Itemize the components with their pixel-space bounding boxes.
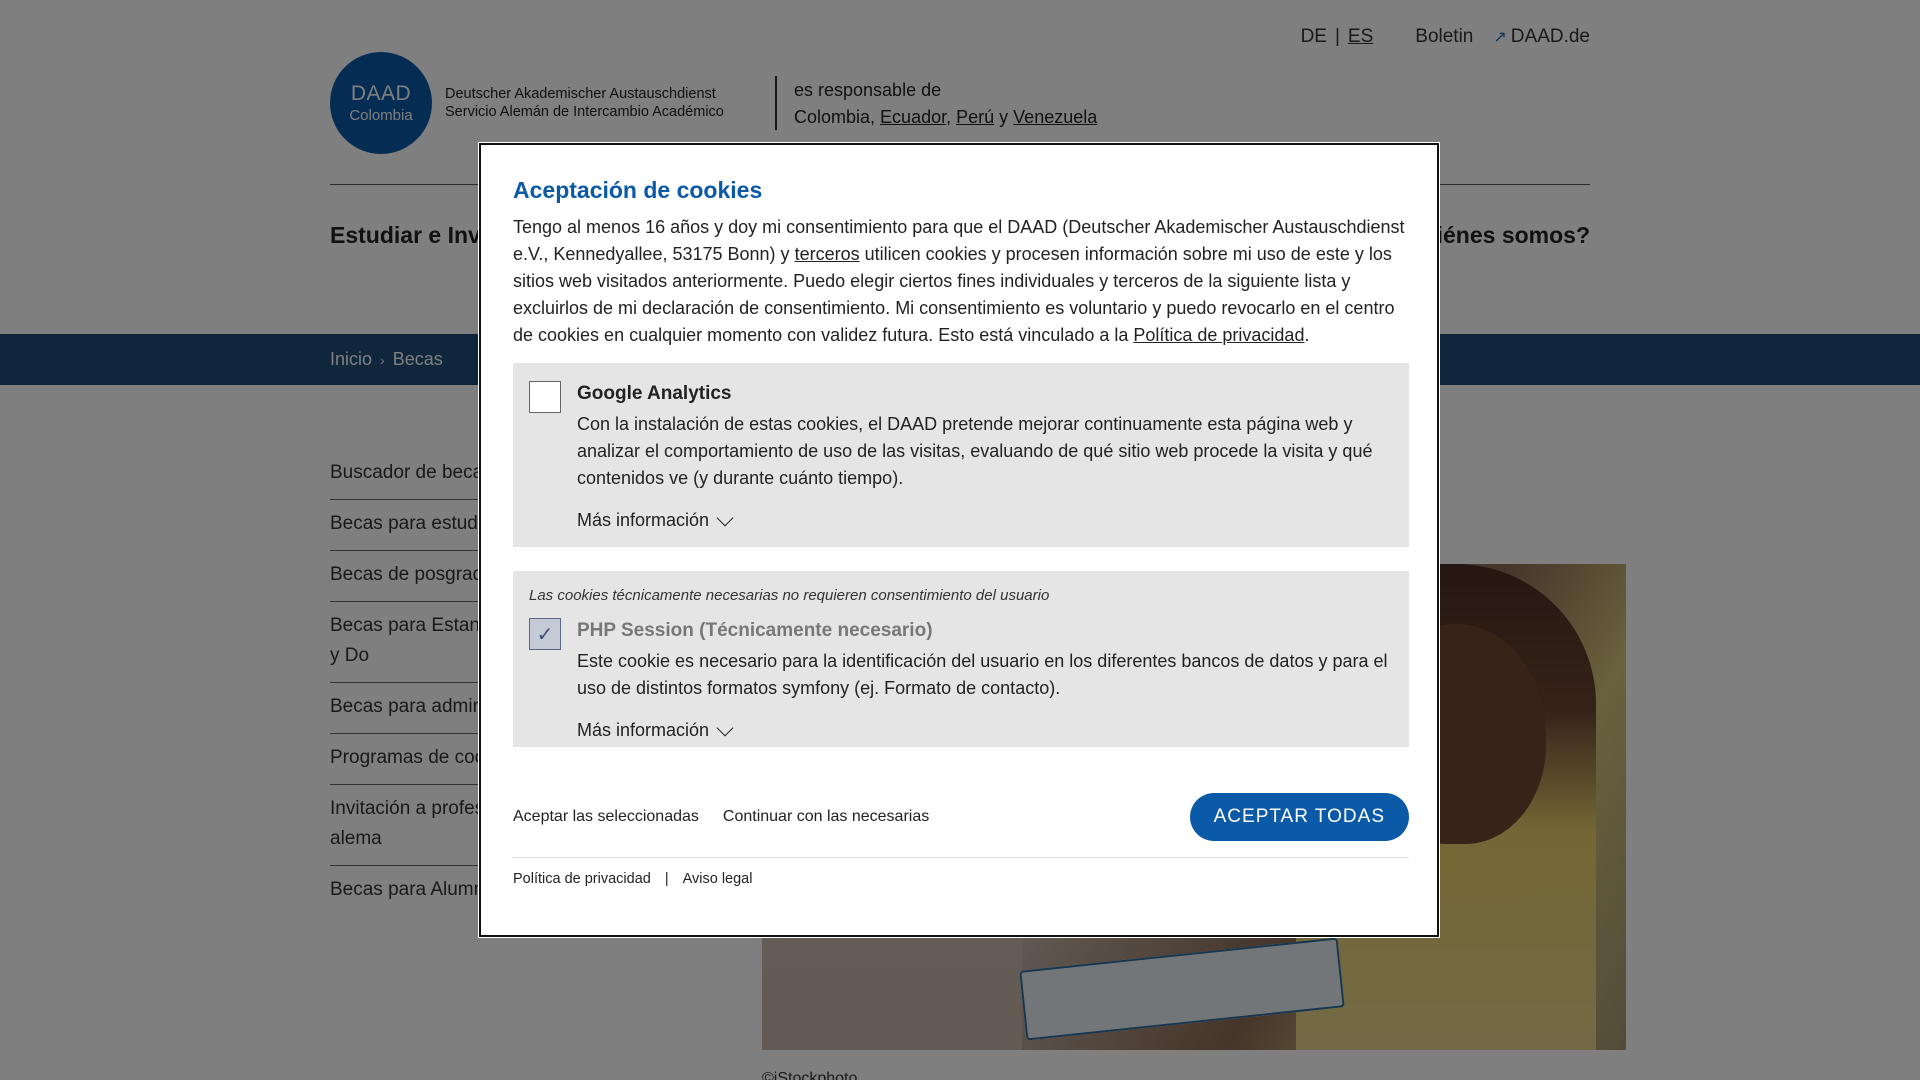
necessary-cookies-section: Las cookies técnicamente necesarias no r…	[513, 571, 1409, 747]
google-analytics-description: Con la instalación de estas cookies, el …	[577, 414, 1373, 488]
necessary-cookies-note: Las cookies técnicamente necesarias no r…	[529, 587, 1050, 604]
accept-all-button[interactable]: ACEPTAR TODAS	[1189, 793, 1409, 841]
php-session-more-info[interactable]: Más información	[577, 719, 734, 741]
chevron-down-icon	[716, 509, 734, 526]
intro-text-end: .	[1304, 325, 1310, 345]
more-info-label: Más información	[577, 720, 710, 740]
dialog-intro: Tengo al menos 16 años y doy mi consenti…	[513, 214, 1409, 349]
dialog-footer-divider	[513, 857, 1409, 858]
php-session-title: PHP Session (Técnicamente necesario)	[577, 620, 933, 641]
google-analytics-more-info[interactable]: Más información	[577, 509, 734, 531]
continue-necessary-button[interactable]: Continuar con las necesarias	[723, 808, 929, 826]
php-session-checkbox: ✓	[529, 618, 561, 650]
cookie-dialog-content: Aceptación de cookies Tengo al menos 16 …	[513, 177, 1409, 747]
php-session-description: Este cookie es necesario para la identif…	[577, 651, 1388, 698]
dialog-title: Aceptación de cookies	[513, 177, 763, 203]
third-parties-link[interactable]: terceros	[795, 244, 860, 264]
cookie-consent-dialog: Aceptación de cookies Tengo al menos 16 …	[479, 143, 1439, 937]
google-analytics-checkbox[interactable]	[529, 381, 561, 413]
legal-separator: |	[664, 871, 669, 887]
google-analytics-title: Google Analytics	[577, 383, 732, 404]
accept-selected-button[interactable]: Aceptar las seleccionadas	[513, 808, 699, 826]
dialog-actions: Aceptar las seleccionadas Continuar con …	[513, 793, 1409, 841]
legal-notice-link[interactable]: Aviso legal	[683, 871, 753, 887]
more-info-label: Más información	[577, 510, 710, 530]
privacy-policy-link[interactable]: Política de privacidad	[513, 871, 651, 887]
google-analytics-option: Google Analytics Con la instalación de e…	[513, 363, 1409, 547]
checkmark-icon: ✓	[536, 623, 554, 646]
chevron-down-icon	[716, 719, 734, 736]
dialog-legal-links: Política de privacidad | Aviso legal	[513, 871, 752, 887]
privacy-policy-inline-link[interactable]: Política de privacidad	[1133, 325, 1304, 345]
